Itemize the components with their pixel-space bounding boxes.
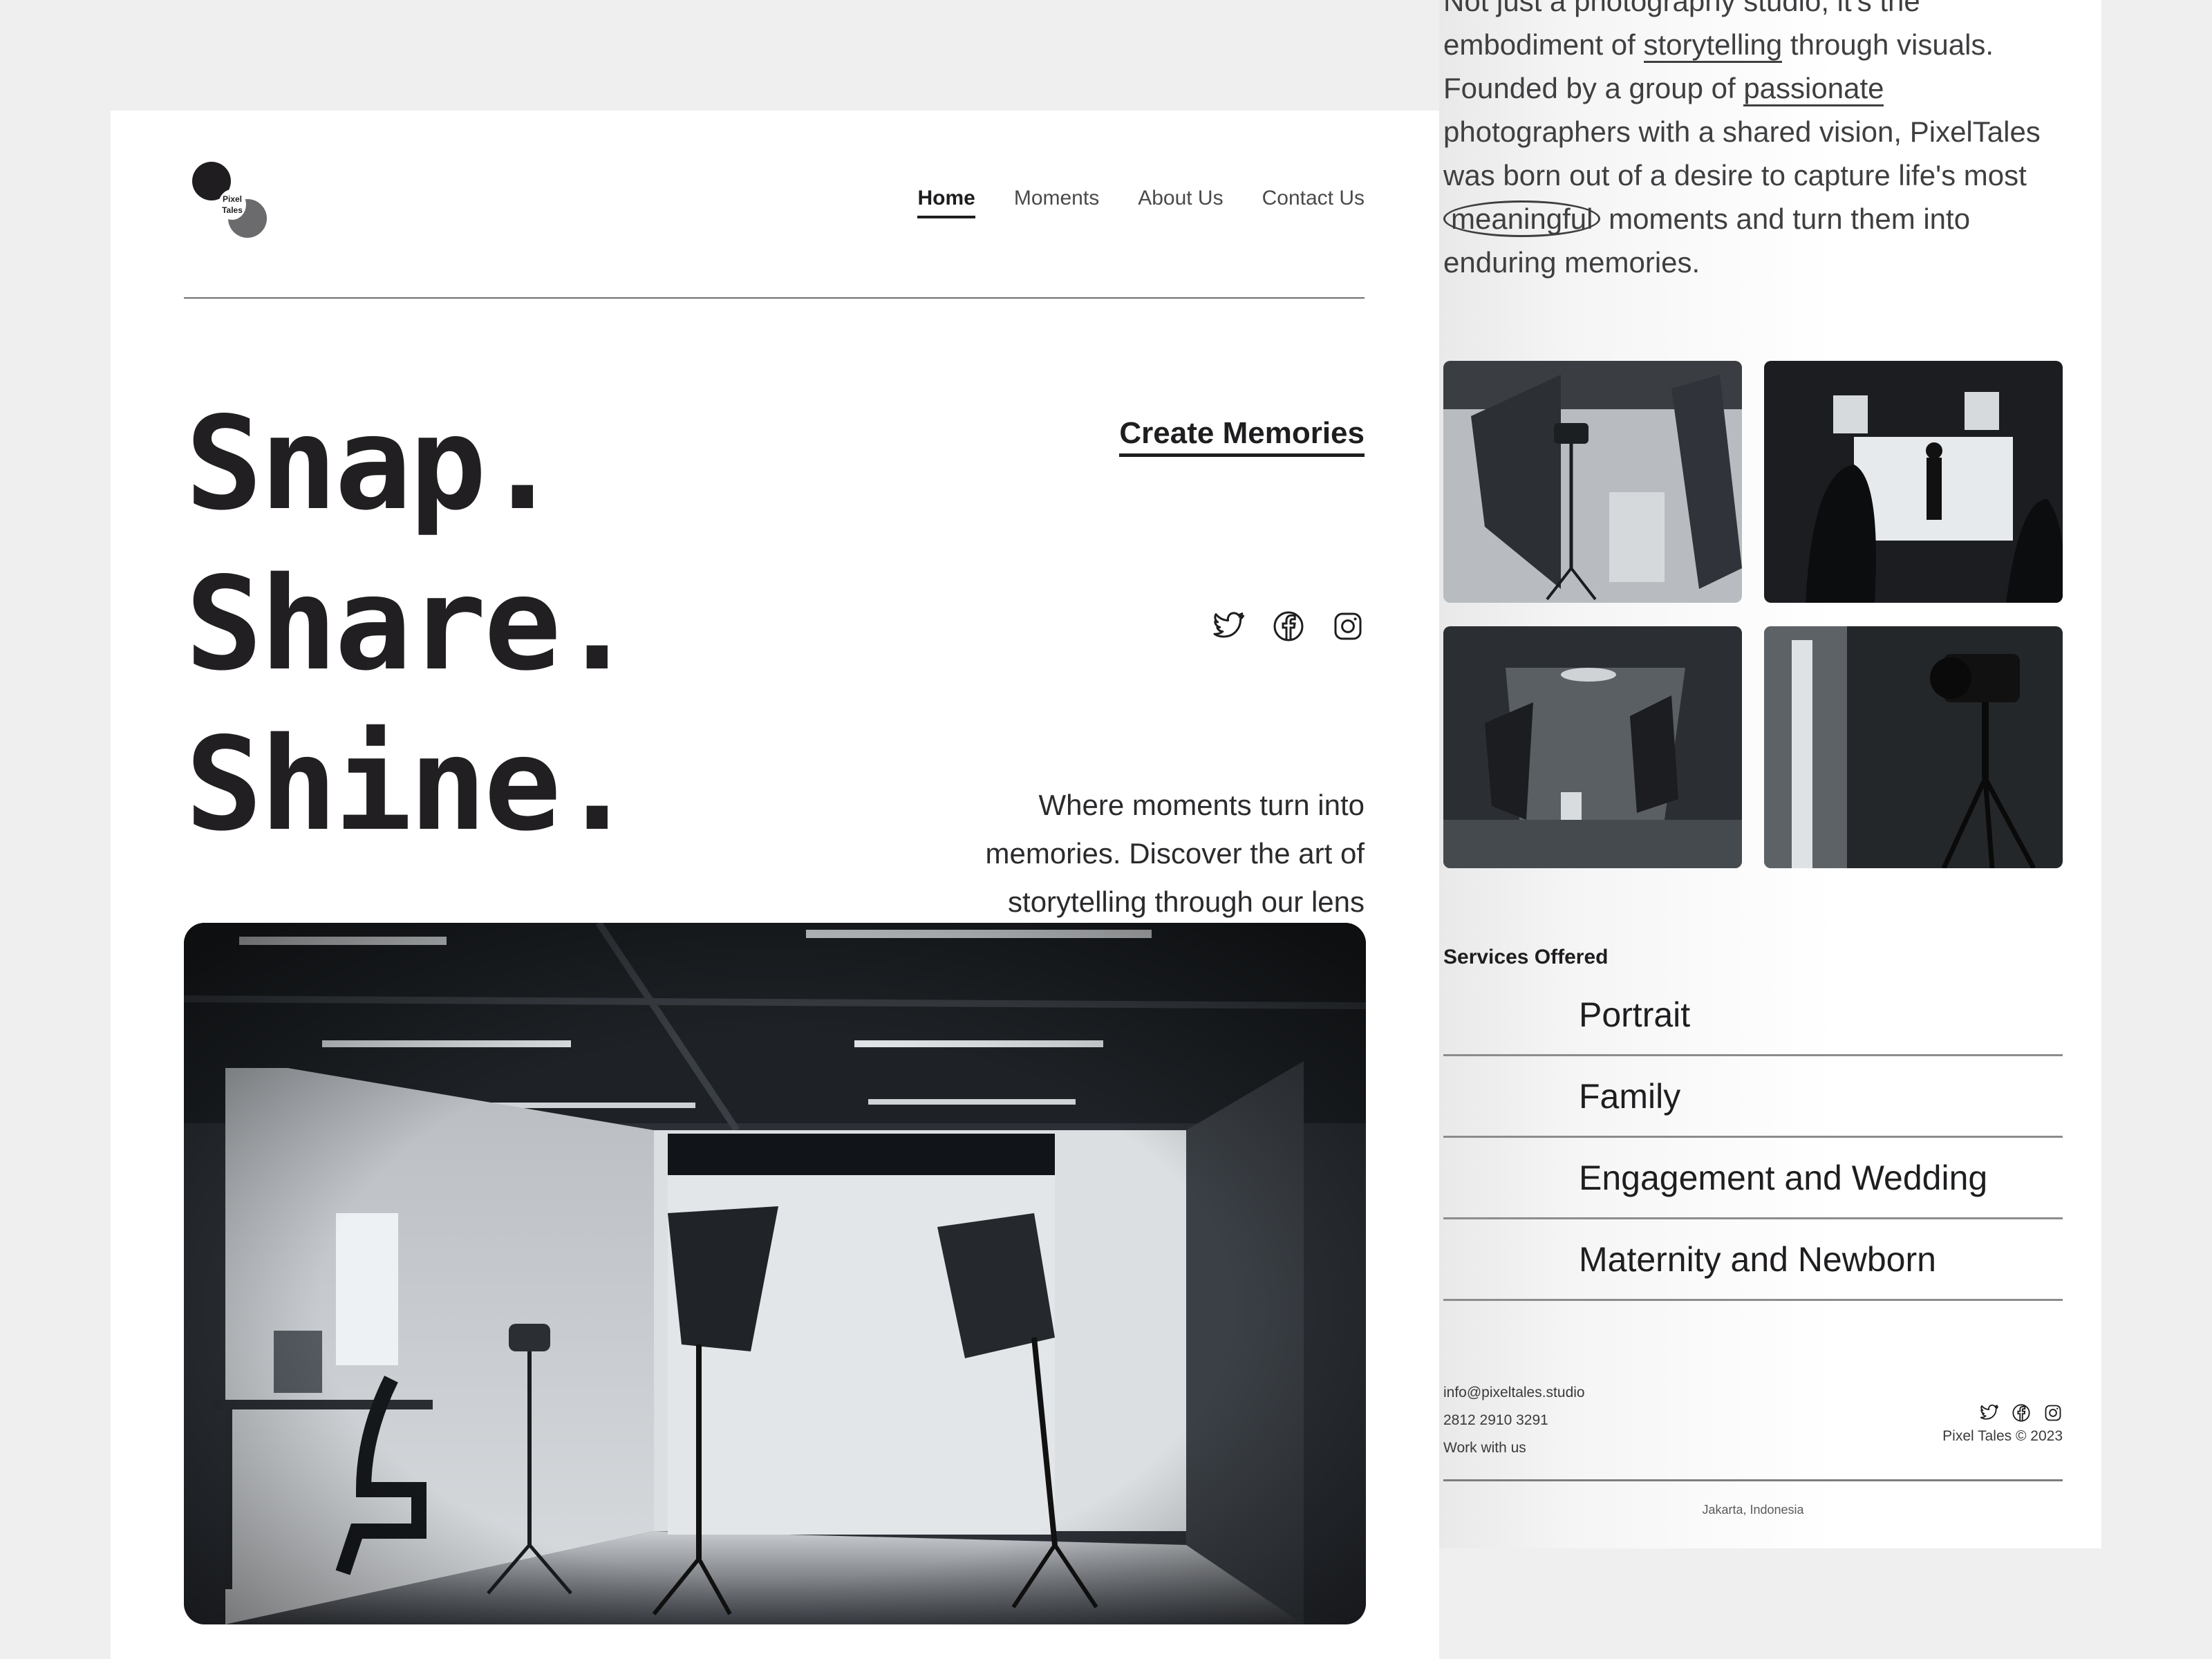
footer-divider: [1443, 1479, 2063, 1481]
about-highlight-storytelling: storytelling: [1643, 28, 1783, 63]
service-portrait[interactable]: Portrait: [1443, 975, 2063, 1056]
twitter-icon[interactable]: [1212, 610, 1246, 643]
create-memories-link[interactable]: Create Memories: [1119, 416, 1365, 457]
footer-location: Jakarta, Indonesia: [1702, 1503, 1804, 1517]
facebook-icon[interactable]: [2012, 1403, 2031, 1423]
footer-copyright: Pixel Tales © 2023: [1942, 1428, 2063, 1444]
about-paragraph: Not just a photography studio, it's the …: [1443, 0, 2065, 284]
nav-home[interactable]: Home: [917, 187, 975, 218]
instagram-icon[interactable]: [1331, 610, 1365, 643]
services-heading: Services Offered: [1443, 946, 1609, 968]
gallery-photo-camera-tripod[interactable]: [1764, 626, 2063, 868]
landing-page: Pixel Tales Home Moments About Us Contac…: [111, 111, 1439, 1659]
facebook-icon[interactable]: [1272, 610, 1305, 643]
footer-contact: info@pixeltales.studio 2812 2910 3291 Wo…: [1443, 1379, 1585, 1462]
studio-illustration: [184, 923, 1366, 1624]
gallery-photo-softboxes[interactable]: [1443, 361, 1742, 603]
hero-title: Snap. Share. Shine.: [185, 384, 636, 865]
logo-line-2: Tales: [222, 205, 243, 215]
nav-contact-us[interactable]: Contact Us: [1262, 187, 1365, 218]
instagram-icon[interactable]: [2043, 1403, 2063, 1423]
service-maternity-newborn[interactable]: Maternity and Newborn: [1443, 1219, 2063, 1301]
nav-moments[interactable]: Moments: [1014, 187, 1099, 218]
footer-meta: Pixel Tales © 2023: [1942, 1403, 2063, 1445]
footer-email[interactable]: info@pixeltales.studio: [1443, 1379, 1585, 1407]
pixel-tales-logo[interactable]: Pixel Tales: [192, 162, 270, 239]
header-divider: [184, 297, 1365, 299]
about-page: Not just a photography studio, it's the …: [1439, 0, 2101, 1548]
services-list: Portrait Family Engagement and Wedding M…: [1443, 975, 2063, 1301]
hero-title-line-3: Shine.: [185, 709, 636, 859]
studio-hero-photo: [184, 923, 1366, 1624]
footer-phone[interactable]: 2812 2910 3291: [1443, 1407, 1585, 1434]
hero-title-line-1: Snap.: [185, 388, 561, 538]
about-highlight-meaningful: meaningful: [1443, 200, 1601, 237]
main-nav: Home Moments About Us Contact Us: [917, 187, 1365, 218]
gallery-photo-shoot[interactable]: [1764, 361, 2063, 603]
logo-wordmark: Pixel Tales: [218, 189, 246, 220]
about-highlight-passionate: passionate: [1743, 72, 1884, 106]
logo-line-1: Pixel: [222, 194, 243, 204]
hero-social-links: [1212, 610, 1365, 643]
about-text-3: photographers with a shared vision, Pixe…: [1443, 115, 2041, 191]
footer-work-with-us[interactable]: Work with us: [1443, 1434, 1585, 1462]
twitter-icon[interactable]: [1980, 1403, 1999, 1423]
gallery-photo-studio-room[interactable]: [1443, 626, 1742, 868]
hero-tagline: Where moments turn into memories. Discov…: [985, 789, 1365, 918]
footer-social-links: [1942, 1403, 2063, 1423]
service-engagement-wedding[interactable]: Engagement and Wedding: [1443, 1138, 2063, 1219]
nav-about-us[interactable]: About Us: [1138, 187, 1223, 218]
service-family[interactable]: Family: [1443, 1056, 2063, 1138]
hero-title-line-2: Share.: [185, 549, 636, 699]
